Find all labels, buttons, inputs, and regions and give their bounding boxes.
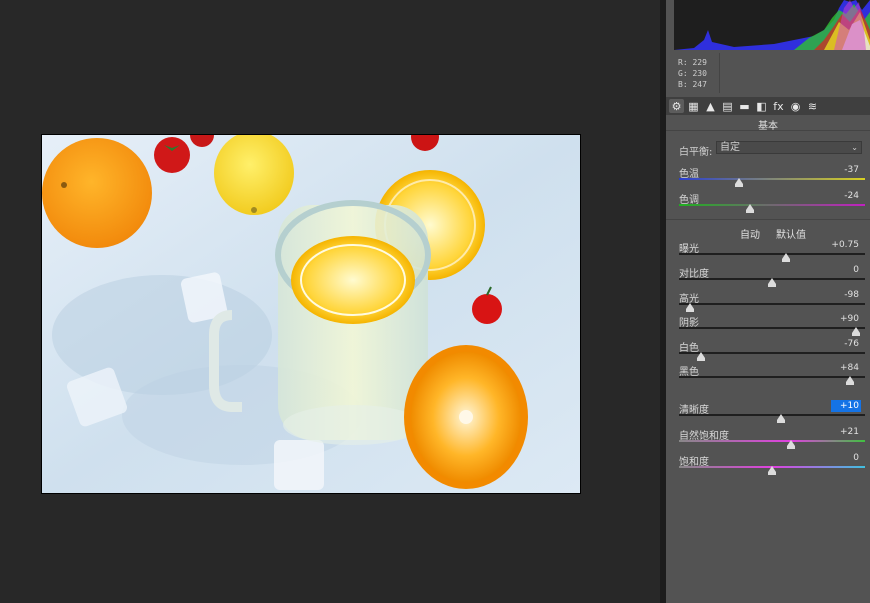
detail-tab-icon[interactable]: ▲ xyxy=(703,99,718,113)
shadows-value-field[interactable]: +90 xyxy=(831,313,861,325)
hsl-tab-icon[interactable]: ▤ xyxy=(720,99,735,113)
contrast-slider[interactable]: 对比度 0 xyxy=(679,265,865,287)
highlights-value-field[interactable]: -98 xyxy=(831,289,861,301)
temperature-track[interactable] xyxy=(679,178,865,180)
clarity-value-field[interactable]: +10 xyxy=(831,400,861,412)
chevron-down-icon: ⌄ xyxy=(851,143,858,152)
saturation-thumb[interactable] xyxy=(768,466,776,475)
camera-raw-panel: R: 229 G: 230 B: 247 ⚙ ▦ ▲ ▤ ▬ ◧ fx ◉ ≋ 基本 白平衡: … xyxy=(666,0,870,603)
vibrance-value-field[interactable]: +21 xyxy=(831,426,861,438)
readout-box xyxy=(719,53,870,93)
white-balance-value: 自定 xyxy=(720,142,740,153)
vibrance-slider[interactable]: 自然饱和度 +21 xyxy=(679,427,865,449)
highlights-slider[interactable]: 高光 -98 xyxy=(679,290,865,312)
auto-button[interactable]: 自动 xyxy=(740,226,760,241)
blacks-value-field[interactable]: +84 xyxy=(831,362,861,374)
blacks-track[interactable] xyxy=(679,376,865,378)
default-button[interactable]: 默认值 xyxy=(776,226,806,241)
tone-curve-tab-icon[interactable]: ▦ xyxy=(686,99,701,113)
vibrance-thumb[interactable] xyxy=(786,440,795,449)
whites-thumb[interactable] xyxy=(697,352,706,361)
canvas-area xyxy=(0,0,660,603)
clarity-thumb[interactable] xyxy=(777,414,786,423)
separator xyxy=(666,130,870,131)
exposure-value-field[interactable]: +0.75 xyxy=(831,239,861,251)
exposure-thumb[interactable] xyxy=(781,253,790,262)
whites-track[interactable] xyxy=(679,352,865,354)
highlights-track[interactable] xyxy=(679,303,865,305)
exposure-track[interactable] xyxy=(679,253,865,255)
whites-slider[interactable]: 白色 -76 xyxy=(679,339,865,361)
blacks-slider[interactable]: 黑色 +84 xyxy=(679,363,865,385)
temperature-value-field[interactable]: -37 xyxy=(831,164,861,176)
presets-tab-icon[interactable]: ≋ xyxy=(805,99,820,113)
readout-b: B: 247 xyxy=(678,80,707,89)
blacks-thumb[interactable] xyxy=(846,376,855,385)
clarity-track[interactable] xyxy=(679,414,865,416)
tint-thumb[interactable] xyxy=(745,204,754,213)
basic-tab-icon[interactable]: ⚙ xyxy=(669,99,684,113)
photo-preview[interactable] xyxy=(41,134,581,494)
effects-tab-icon[interactable]: fx xyxy=(771,99,786,113)
shadows-slider[interactable]: 阴影 +90 xyxy=(679,314,865,336)
highlights-thumb[interactable] xyxy=(686,303,695,312)
split-toning-tab-icon[interactable]: ▬ xyxy=(737,99,752,113)
shadows-track[interactable] xyxy=(679,327,865,329)
saturation-slider[interactable]: 饱和度 0 xyxy=(679,453,865,475)
readout-r: R: 229 xyxy=(678,58,707,67)
whites-value-field[interactable]: -76 xyxy=(831,338,861,350)
tint-value-field[interactable]: -24 xyxy=(831,190,861,202)
histogram xyxy=(674,0,870,50)
temperature-slider[interactable]: 色温 -37 xyxy=(679,165,865,187)
vibrance-track[interactable] xyxy=(679,440,865,442)
readout-g: G: 230 xyxy=(678,69,707,78)
camera-calibration-tab-icon[interactable]: ◉ xyxy=(788,99,803,113)
contrast-thumb[interactable] xyxy=(768,278,776,287)
tint-track[interactable] xyxy=(679,204,865,206)
exposure-slider[interactable]: 曝光 +0.75 xyxy=(679,240,865,262)
panel-tabs: ⚙ ▦ ▲ ▤ ▬ ◧ fx ◉ ≋ xyxy=(666,97,870,115)
tint-slider[interactable]: 色调 -24 xyxy=(679,191,865,213)
contrast-value-field[interactable]: 0 xyxy=(831,264,861,276)
temperature-thumb[interactable] xyxy=(734,178,743,187)
white-balance-select[interactable]: 自定 ⌄ xyxy=(716,141,862,154)
saturation-value-field[interactable]: 0 xyxy=(831,452,861,464)
separator xyxy=(666,219,870,220)
white-balance-label: 白平衡: xyxy=(679,147,713,158)
rgb-readout: R: 229 G: 230 B: 247 xyxy=(678,57,707,90)
clarity-slider[interactable]: 清晰度 +10 xyxy=(679,400,865,423)
shadows-thumb[interactable] xyxy=(851,327,860,336)
lens-corrections-tab-icon[interactable]: ◧ xyxy=(754,99,769,113)
